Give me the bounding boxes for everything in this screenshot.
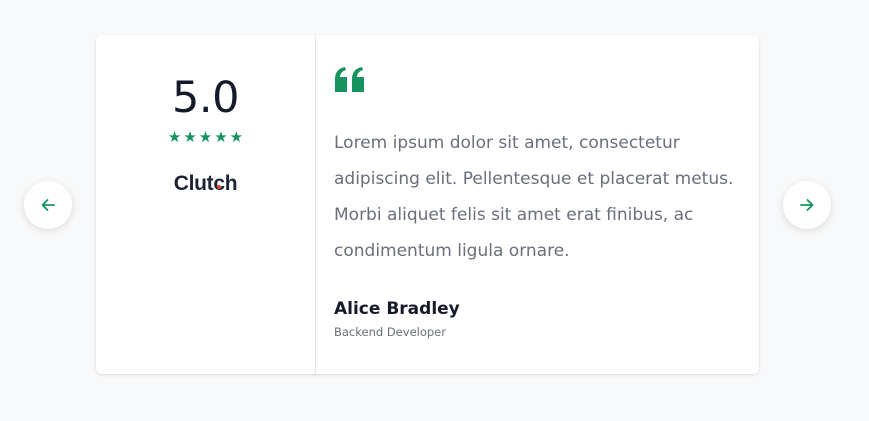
previous-button[interactable] [24,181,72,229]
rating-score: 5.0 [172,73,239,123]
author-role: Backend Developer [334,325,446,339]
quote-icon [334,67,741,93]
testimonial-card: 5.0 ★ ★ ★ ★ ★ Clutch Lorem ipsum dolor s… [96,35,759,374]
star-icon: ★ [183,128,197,146]
clutch-logo: Clutch [174,172,238,196]
star-rating: ★ ★ ★ ★ ★ [168,129,243,145]
testimonial-slider: 5.0 ★ ★ ★ ★ ★ Clutch Lorem ipsum dolor s… [0,0,869,421]
testimonial-text: Lorem ipsum dolor sit amet, consectetur … [334,133,734,261]
star-icon: ★ [229,128,244,146]
star-icon: ★ [167,128,182,146]
next-button[interactable] [783,181,831,229]
logo-dot [216,185,221,189]
author-name: Alice Bradley [334,299,460,319]
star-icon: ★ [198,128,213,146]
arrow-right-icon [800,199,814,211]
star-icon: ★ [214,128,228,146]
arrow-left-icon [41,199,55,211]
rating-panel: 5.0 ★ ★ ★ ★ ★ Clutch [96,35,316,374]
quote-panel: Lorem ipsum dolor sit amet, consectetur … [316,35,759,374]
clutch-logo-text: Clutch [173,172,238,195]
